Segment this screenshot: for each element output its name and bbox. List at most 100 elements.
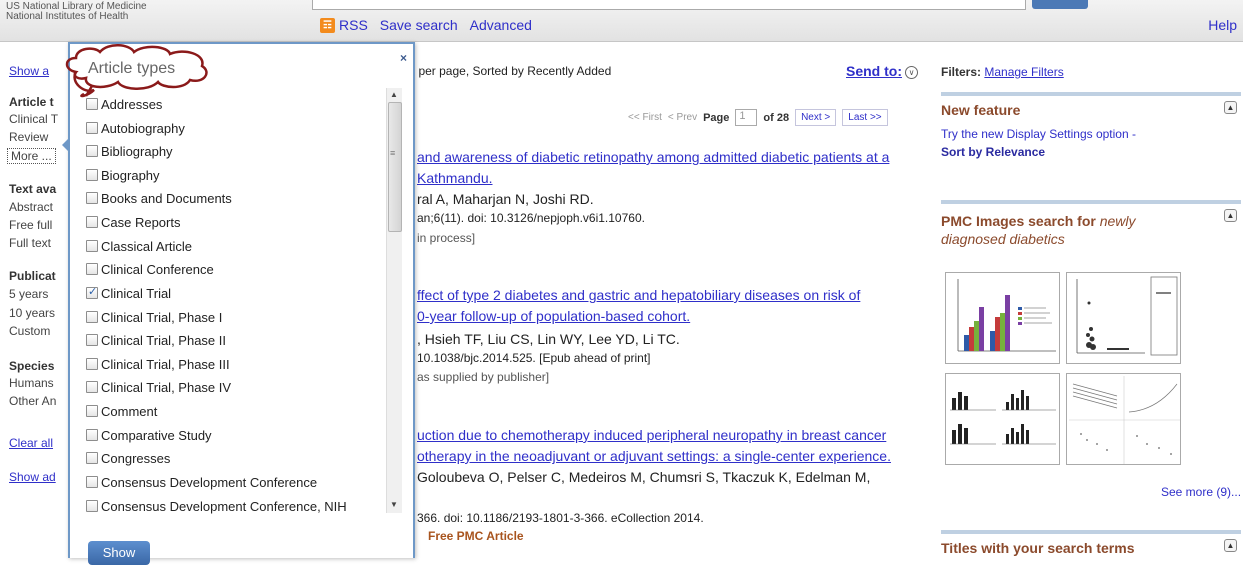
rss-icon[interactable]: ☶ [320, 17, 335, 33]
rss-link[interactable]: RSS [339, 17, 368, 33]
filter-full-text[interactable]: Full text [9, 236, 51, 250]
filter-custom-range[interactable]: Custom [9, 324, 50, 338]
section-divider [941, 200, 1241, 204]
filter-other-animals[interactable]: Other An [9, 394, 56, 408]
article-type-option[interactable]: Clinical Trial, Phase IV [86, 377, 231, 397]
checkbox[interactable] [86, 145, 98, 157]
checkbox-checked[interactable] [86, 285, 98, 299]
checkbox[interactable] [86, 500, 98, 512]
article-type-option[interactable]: Clinical Trial, Phase III [86, 354, 230, 374]
filter-clinical-trial[interactable]: Clinical T [9, 112, 58, 126]
close-icon[interactable]: × [400, 51, 407, 65]
pmc-image-thumbnail-2[interactable] [1066, 272, 1181, 364]
article-type-option[interactable]: Consensus Development Conference [86, 472, 317, 492]
result-2-title-line2[interactable]: 0-year follow-up of population-based coh… [417, 308, 690, 324]
nlm-logo-text[interactable]: US National Library of Medicine National… [6, 2, 147, 22]
display-settings-summary[interactable]: y, 20 per page, Sorted by Recently Added [390, 64, 611, 78]
article-type-option[interactable]: Addresses [86, 94, 162, 114]
article-type-label: Clinical Trial, Phase III [101, 356, 230, 372]
checkbox[interactable] [86, 263, 98, 275]
save-search-link[interactable]: Save search [380, 17, 458, 33]
article-type-option[interactable]: Classical Article [86, 236, 192, 256]
article-type-label: Case Reports [101, 214, 181, 230]
article-type-option[interactable]: Consensus Development Conference, NIH [86, 496, 347, 516]
advanced-link[interactable]: Advanced [470, 17, 532, 33]
page-number-input[interactable]: 1 [735, 109, 758, 126]
scroll-down-icon[interactable]: ▼ [390, 500, 398, 509]
see-more-images-link[interactable]: See more (9)... [1161, 485, 1241, 499]
article-type-option[interactable]: Books and Documents [86, 188, 232, 208]
filter-review[interactable]: Review [9, 130, 48, 144]
show-button[interactable]: Show [88, 541, 150, 565]
result-3-title-line1[interactable]: uction due to chemotherapy induced perip… [417, 427, 886, 443]
collapse-new-feature-icon[interactable]: ▲ [1224, 101, 1237, 114]
chevron-down-icon[interactable]: ∨ [905, 66, 918, 80]
checkbox[interactable] [86, 311, 98, 323]
scroll-thumb[interactable] [388, 102, 402, 232]
article-type-option[interactable]: Congresses [86, 448, 170, 468]
pmc-images-heading[interactable]: PMC Images search for newly diagnosed di… [941, 212, 1136, 248]
checkbox[interactable] [86, 476, 98, 488]
result-1-title-line2[interactable]: Kathmandu. [417, 170, 493, 186]
article-type-option[interactable]: Bibliography [86, 141, 173, 161]
new-feature-text[interactable]: Try the new Display Settings option - [941, 127, 1136, 141]
checkbox[interactable] [86, 381, 98, 393]
show-additional-filters-link[interactable]: Show a [9, 64, 49, 78]
collapse-titles-icon[interactable]: ▲ [1224, 539, 1237, 552]
filter-10-years[interactable]: 10 years [9, 306, 55, 320]
article-type-label: Clinical Trial [101, 285, 172, 301]
article-type-label: Comparative Study [101, 427, 212, 443]
free-pmc-article-link[interactable]: Free PMC Article [428, 529, 524, 543]
checkbox[interactable] [86, 98, 98, 110]
article-type-option[interactable]: Clinical Trial [86, 283, 171, 303]
search-button[interactable] [1032, 0, 1088, 9]
pmc-image-thumbnail-1[interactable] [945, 272, 1060, 364]
article-type-option[interactable]: Autobiography [86, 118, 185, 138]
article-type-option[interactable]: Clinical Conference [86, 259, 214, 279]
filter-humans[interactable]: Humans [9, 376, 54, 390]
scroll-grip-icon: ≡ [390, 148, 396, 158]
article-type-option[interactable]: Biography [86, 165, 160, 185]
filter-abstract[interactable]: Abstract [9, 200, 53, 214]
sort-by-relevance-link[interactable]: Sort by Relevance [941, 145, 1045, 159]
more-article-types-button[interactable]: More ... [7, 148, 56, 164]
next-page-button[interactable]: Next > [795, 109, 837, 126]
result-3-title-line2[interactable]: otherapy in the neoadjuvant or adjuvant … [417, 448, 891, 464]
filter-5-years[interactable]: 5 years [9, 287, 48, 301]
manage-filters-link[interactable]: Manage Filters [984, 65, 1063, 79]
checkbox[interactable] [86, 429, 98, 441]
search-input[interactable] [312, 0, 1026, 10]
article-list-scrollbar[interactable]: ▲ ≡ ▼ [386, 88, 402, 513]
prev-page-button[interactable]: < Prev [668, 112, 697, 123]
article-type-label: Classical Article [101, 238, 193, 254]
checkbox[interactable] [86, 334, 98, 346]
checkbox[interactable] [86, 122, 98, 134]
first-page-button[interactable]: << First [628, 112, 662, 123]
last-page-button[interactable]: Last >> [842, 109, 888, 126]
checkbox[interactable] [86, 169, 98, 181]
result-1-title-line1[interactable]: and awareness of diabetic retinopathy am… [417, 149, 889, 165]
clear-all-link[interactable]: Clear all [9, 436, 53, 450]
checkbox[interactable] [86, 240, 98, 252]
article-type-option[interactable]: Clinical Trial, Phase II [86, 330, 226, 350]
checkbox[interactable] [86, 216, 98, 228]
scroll-up-icon[interactable]: ▲ [390, 90, 398, 99]
collapse-pmc-images-icon[interactable]: ▲ [1224, 209, 1237, 222]
article-type-option[interactable]: Comment [86, 401, 157, 421]
result-1-authors: ral A, Maharjan N, Joshi RD. [417, 191, 594, 207]
pmc-image-thumbnail-3[interactable] [945, 373, 1060, 465]
send-to-link[interactable]: Send to: [846, 63, 902, 79]
help-link[interactable]: Help [1208, 17, 1237, 33]
show-additional-filters-bottom-link[interactable]: Show ad [9, 470, 56, 484]
checkbox[interactable] [86, 452, 98, 464]
result-2-title-line1[interactable]: ffect of type 2 diabetes and gastric and… [417, 287, 860, 303]
article-type-option[interactable]: Clinical Trial, Phase I [86, 307, 222, 327]
filter-free-full-text[interactable]: Free full [9, 218, 52, 232]
checkbox[interactable] [86, 358, 98, 370]
checkbox[interactable] [86, 192, 98, 204]
article-type-option[interactable]: Case Reports [86, 212, 180, 232]
pmc-image-thumbnail-4[interactable] [1066, 373, 1181, 465]
article-types-heading: Article t [9, 95, 54, 109]
article-type-option[interactable]: Comparative Study [86, 425, 212, 445]
checkbox[interactable] [86, 405, 98, 417]
